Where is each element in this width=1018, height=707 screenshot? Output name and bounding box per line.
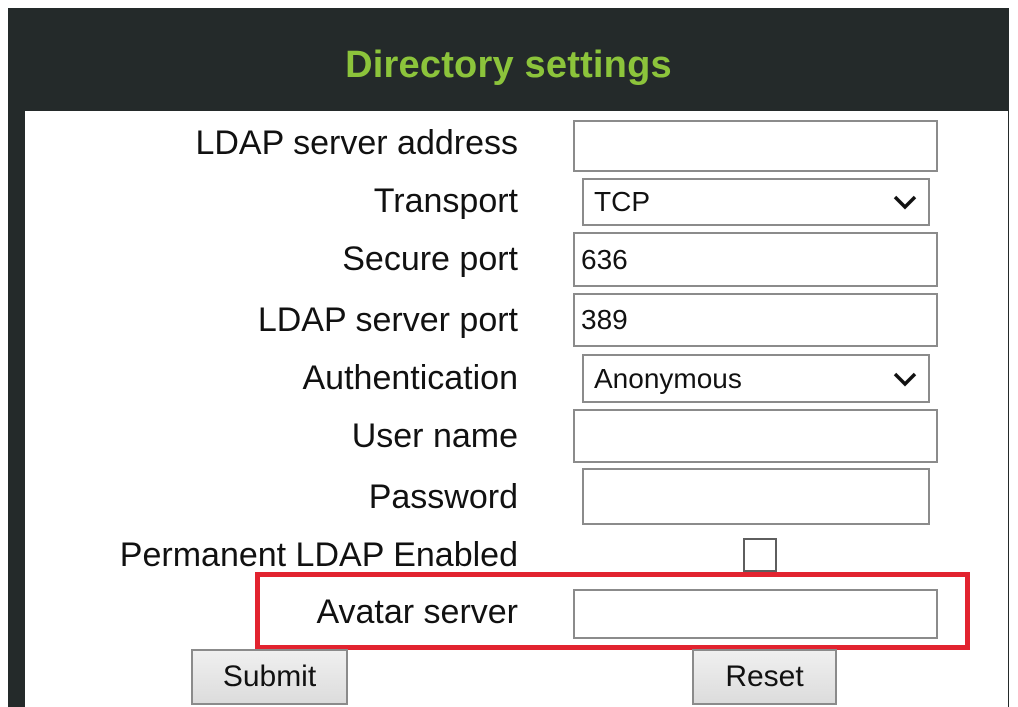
password-input[interactable]	[582, 468, 930, 525]
settings-form: LDAP server address Transport TCP Secure…	[25, 111, 1008, 707]
page-title: Directory settings	[345, 44, 672, 86]
password-label: Password	[368, 478, 518, 516]
transport-select[interactable]: TCP	[582, 178, 930, 226]
permanent-ldap-enabled-checkbox[interactable]	[743, 538, 777, 572]
reset-button[interactable]: Reset	[692, 649, 837, 705]
transport-selected-value: TCP	[594, 186, 650, 217]
ldap-server-port-label: LDAP server port	[257, 301, 518, 339]
secure-port-input[interactable]	[573, 232, 938, 287]
ldap-server-port-input[interactable]	[573, 293, 938, 347]
user-name-input[interactable]	[573, 409, 938, 463]
chevron-down-icon	[893, 372, 917, 386]
submit-button[interactable]: Submit	[191, 649, 348, 705]
avatar-server-label: Avatar server	[316, 593, 518, 631]
authentication-selected-value: Anonymous	[594, 362, 742, 394]
directory-settings-window: Directory settings LDAP server address T…	[8, 8, 1009, 707]
transport-label: Transport	[373, 182, 518, 220]
ldap-server-address-input[interactable]	[573, 120, 938, 172]
authentication-label: Authentication	[302, 359, 519, 397]
permanent-ldap-enabled-label: Permanent LDAP Enabled	[119, 536, 518, 574]
header-bar: Directory settings	[8, 8, 1009, 111]
avatar-server-input[interactable]	[573, 589, 938, 639]
secure-port-label: Secure port	[342, 240, 518, 278]
ldap-server-address-label: LDAP server address	[195, 124, 518, 162]
chevron-down-icon	[893, 195, 917, 210]
user-name-label: User name	[351, 417, 518, 455]
authentication-select[interactable]: Anonymous	[582, 354, 930, 403]
